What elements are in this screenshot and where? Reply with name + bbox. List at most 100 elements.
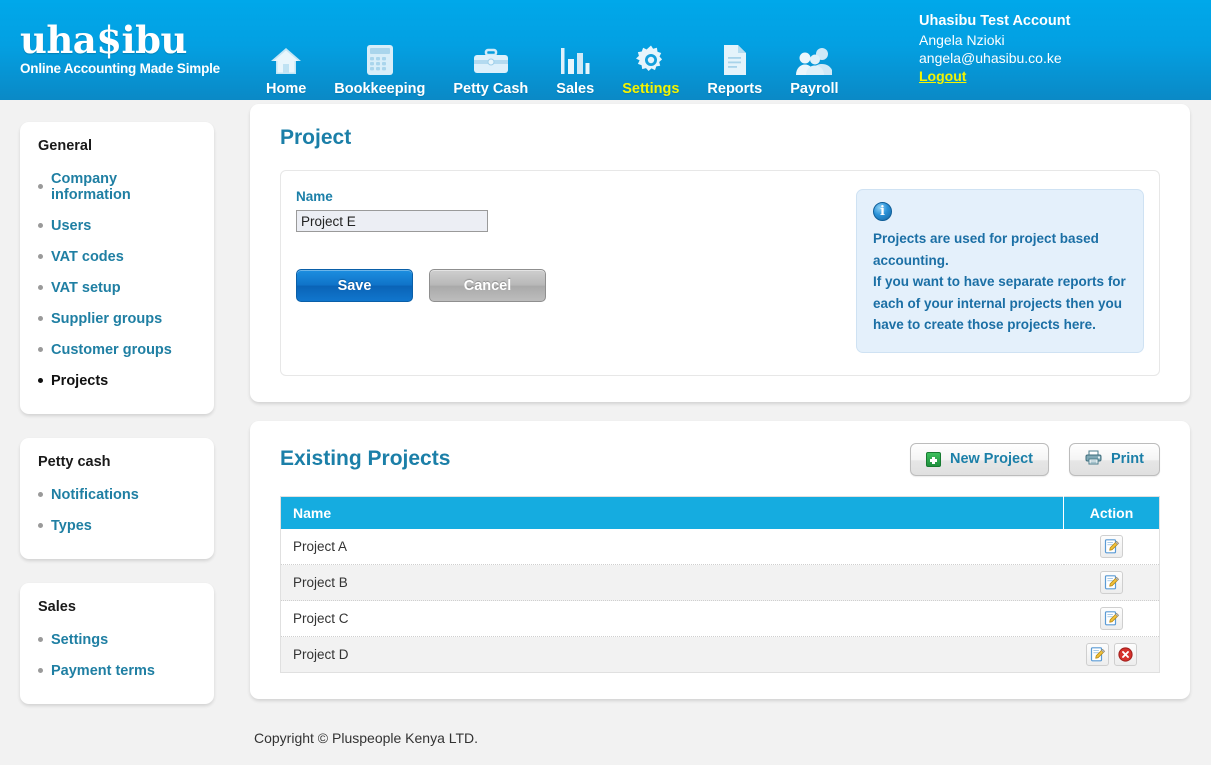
- nav-item-bookkeeping[interactable]: Bookkeeping: [320, 25, 439, 97]
- sidebar-item-vat-codes[interactable]: VAT codes: [20, 241, 214, 272]
- sidebar-item-label: VAT codes: [51, 248, 124, 265]
- sidebar-item-types[interactable]: Types: [20, 510, 214, 541]
- info-paragraph-2: If you want to have separate reports for…: [873, 274, 1126, 332]
- bullet-icon: [38, 378, 43, 383]
- bullet-icon: [38, 184, 43, 189]
- brand-logo[interactable]: uha$ibu Online Accounting Made Simple: [20, 20, 230, 76]
- projects-table: Name Action Project A Project B Project CP…: [280, 495, 1160, 673]
- sidebar-item-users[interactable]: Users: [20, 210, 214, 241]
- nav-item-sales[interactable]: Sales: [542, 25, 608, 97]
- cell-project-name: Project C: [280, 600, 1064, 637]
- new-project-label: New Project: [949, 451, 1033, 467]
- nav-item-label: Bookkeeping: [334, 81, 426, 97]
- info-panel: i Projects are used for project based ac…: [856, 189, 1144, 353]
- sidebar-item-label: Company information: [51, 170, 131, 203]
- projects-table-head: Name Action: [280, 496, 1160, 529]
- form-actions: Save Cancel: [296, 269, 836, 302]
- project-form: Name Save Cancel i Projects are used for…: [280, 170, 1160, 376]
- sidebar-group-title: General: [38, 138, 92, 154]
- column-header-action: Action: [1063, 496, 1160, 529]
- document-icon: [722, 40, 748, 76]
- print-label: Print: [1110, 451, 1144, 467]
- account-user: Angela Nzioki: [919, 32, 1005, 48]
- account-company: Uhasibu Test Account: [919, 13, 1071, 29]
- nav-item-payroll[interactable]: Payroll: [776, 25, 852, 97]
- sidebar-item-notifications[interactable]: Notifications: [20, 479, 214, 510]
- form-fields: Name Save Cancel: [296, 189, 836, 353]
- cell-project-name: Project A: [280, 528, 1064, 565]
- info-paragraph-1: Projects are used for project based acco…: [873, 231, 1099, 268]
- page-title: Project: [280, 126, 352, 149]
- nav-item-settings[interactable]: Settings: [608, 25, 693, 97]
- page-body: General Company information Users VAT codes…: [0, 100, 1211, 765]
- bullet-icon: [38, 668, 43, 673]
- table-row: Project A: [280, 528, 1160, 565]
- edit-project-button[interactable]: [1085, 643, 1109, 666]
- projects-table-body: Project A Project B Project C Project D: [280, 528, 1160, 673]
- home-icon: [269, 40, 303, 76]
- column-header-name[interactable]: Name: [280, 496, 1064, 529]
- edit-project-button[interactable]: [1099, 607, 1123, 630]
- cell-actions: [1063, 636, 1160, 673]
- existing-projects-card: Existing Projects New Project Print Name…: [250, 420, 1190, 699]
- footer-copyright: Copyright © Pluspeople Kenya LTD.: [254, 730, 479, 746]
- account-info: Uhasibu Test Account Angela Nzioki angel…: [919, 12, 1199, 86]
- bullet-icon: [38, 316, 43, 321]
- project-name-input[interactable]: [296, 210, 488, 232]
- nav-item-label: Reports: [707, 81, 763, 97]
- row-action-group: [1070, 534, 1154, 558]
- sidebar-item-customer-groups[interactable]: Customer groups: [20, 334, 214, 365]
- sidebar-item-label: Settings: [51, 631, 109, 648]
- nav-item-home[interactable]: Home: [252, 25, 320, 97]
- table-row: Project B: [280, 564, 1160, 601]
- sidebar-item-label: Notifications: [51, 486, 139, 503]
- existing-projects-title: Existing Projects: [280, 447, 451, 470]
- bullet-icon: [38, 223, 43, 228]
- sidebar: General Company information Users VAT codes…: [20, 122, 214, 728]
- printer-icon: [1085, 450, 1102, 469]
- nav-item-reports[interactable]: Reports: [693, 25, 776, 97]
- calculator-icon: [366, 40, 394, 76]
- logo-tagline: Online Accounting Made Simple: [20, 61, 220, 76]
- table-header-row: Name Action: [280, 496, 1160, 529]
- row-action-group: [1070, 571, 1154, 594]
- nav-item-label: Payroll: [790, 81, 839, 97]
- sidebar-group-title: Sales: [38, 599, 76, 615]
- sidebar-item-vat-setup[interactable]: VAT setup: [20, 272, 214, 303]
- print-button[interactable]: Print: [1068, 442, 1160, 476]
- logout-link[interactable]: Logout: [919, 67, 966, 85]
- briefcase-icon: [473, 40, 509, 76]
- sidebar-item-supplier-groups[interactable]: Supplier groups: [20, 303, 214, 334]
- sidebar-item-company-information[interactable]: Company information: [20, 163, 214, 210]
- cell-actions: [1063, 528, 1160, 565]
- people-icon: [796, 40, 833, 76]
- bullet-icon: [38, 285, 43, 290]
- edit-project-button[interactable]: [1099, 534, 1123, 558]
- sidebar-item-projects: Projects: [20, 365, 214, 396]
- new-project-button[interactable]: New Project: [909, 442, 1049, 476]
- delete-project-button[interactable]: [1113, 643, 1137, 666]
- bullet-icon: [38, 492, 43, 497]
- sidebar-item-settings[interactable]: Settings: [20, 624, 214, 655]
- table-row: Project D: [280, 636, 1160, 673]
- edit-project-button[interactable]: [1099, 571, 1123, 594]
- sidebar-item-label: Supplier groups: [51, 310, 163, 327]
- row-action-group: [1070, 643, 1154, 666]
- logo-wordmark: uha$ibu: [20, 18, 187, 62]
- cell-project-name: Project B: [280, 564, 1064, 601]
- bullet-icon: [38, 347, 43, 352]
- sidebar-group-petty-cash: Petty cash Notifications Types: [20, 438, 214, 559]
- project-form-card: Project Name Save Cancel i Projects are …: [250, 104, 1190, 402]
- cell-project-name: Project D: [280, 636, 1064, 673]
- nav-item-label: Sales: [556, 81, 595, 97]
- sidebar-item-label: Types: [51, 517, 92, 534]
- account-email: angela@uhasibu.co.ke: [919, 50, 1062, 66]
- cancel-button[interactable]: Cancel: [429, 269, 546, 302]
- nav-item-petty-cash[interactable]: Petty Cash: [439, 25, 542, 97]
- save-button[interactable]: Save: [296, 269, 413, 302]
- row-action-group: [1070, 607, 1154, 630]
- sidebar-item-label: Users: [51, 217, 92, 234]
- sidebar-item-payment-terms[interactable]: Payment terms: [20, 655, 214, 686]
- nav-item-label: Settings: [622, 81, 680, 97]
- table-row: Project C: [280, 600, 1160, 637]
